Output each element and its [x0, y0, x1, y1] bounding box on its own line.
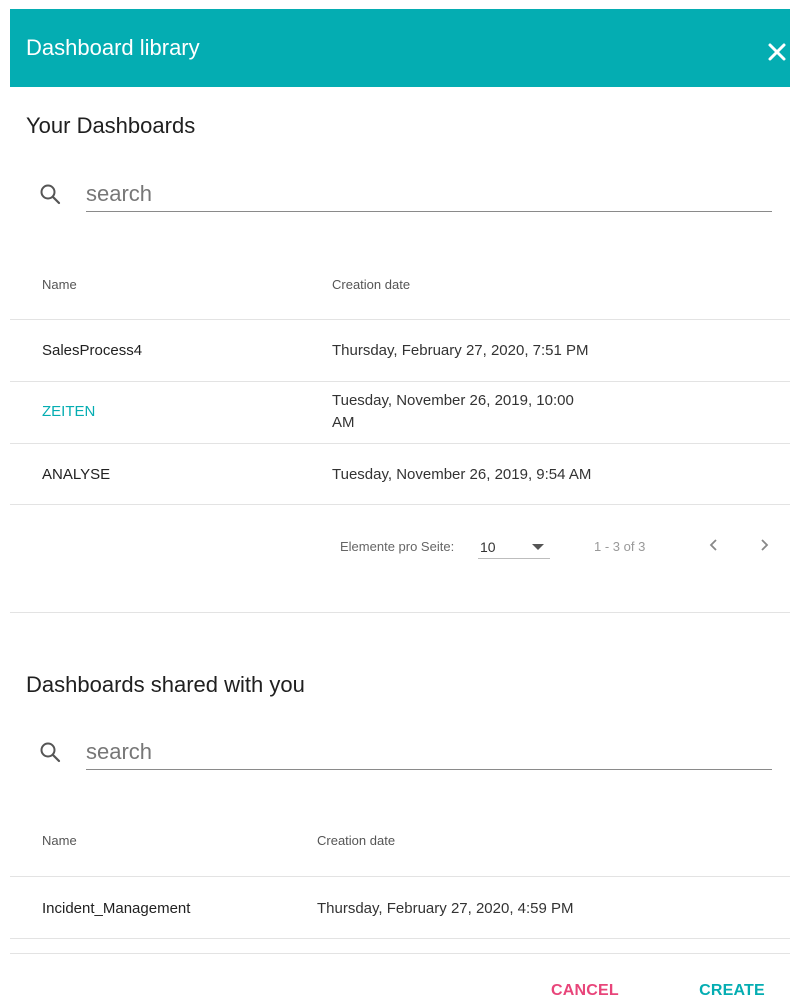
- items-per-page-select[interactable]: 10: [478, 531, 550, 559]
- creation-date: Thursday, February 27, 2020, 7:51 PM: [332, 342, 589, 359]
- creation-date-line1: Tuesday, November 26, 2019, 10:00: [332, 392, 574, 409]
- column-header-creation-date[interactable]: Creation date: [317, 833, 395, 848]
- close-icon: [768, 43, 786, 61]
- shared-dashboards-search-input[interactable]: [86, 734, 772, 770]
- shared-dashboards-table: Name Creation date Incident_Management T…: [10, 790, 790, 940]
- shared-dashboards-title: Dashboards shared with you: [26, 672, 305, 697]
- column-header-name[interactable]: Name: [42, 833, 77, 848]
- chevron-right-icon: [761, 539, 769, 551]
- dashboard-name[interactable]: ANALYSE: [42, 466, 110, 483]
- your-dashboards-search: [26, 176, 772, 216]
- table-bottom-border: [10, 504, 790, 505]
- column-header-creation-date[interactable]: Creation date: [332, 277, 410, 292]
- creation-date-line2: AM: [332, 414, 355, 431]
- table-row[interactable]: SalesProcess4 Thursday, February 27, 202…: [10, 319, 790, 381]
- chevron-left-icon: [709, 539, 717, 551]
- shared-dashboards-search: [26, 734, 772, 774]
- column-header-name[interactable]: Name: [42, 277, 77, 292]
- table-bottom-border: [10, 938, 790, 939]
- page-range: 1 - 3 of 3: [594, 539, 646, 554]
- creation-date: Tuesday, November 26, 2019, 9:54 AM: [332, 466, 592, 483]
- table-row[interactable]: ZEITEN Tuesday, November 26, 2019, 10:00…: [10, 381, 790, 443]
- section-divider: [10, 612, 790, 613]
- search-icon: [40, 742, 61, 763]
- items-per-page-value: 10: [480, 539, 496, 555]
- previous-page-button[interactable]: [700, 531, 728, 559]
- actions-divider: [10, 953, 790, 954]
- items-per-page-label: Elemente pro Seite:: [340, 539, 455, 554]
- creation-date: Tuesday, November 26, 2019, 10:00 AM: [332, 390, 574, 434]
- dashboard-name[interactable]: Incident_Management: [42, 900, 190, 917]
- your-dashboards-table: Name Creation date SalesProcess4 Thursda…: [10, 230, 790, 505]
- dialog-title: Dashboard library: [26, 35, 200, 60]
- cancel-button[interactable]: CANCEL: [551, 982, 619, 1000]
- paginator: Elemente pro Seite: 10 1 - 3 of 3: [10, 521, 790, 571]
- table-row[interactable]: Incident_Management Thursday, February 2…: [10, 876, 790, 938]
- table-row[interactable]: ANALYSE Tuesday, November 26, 2019, 9:54…: [10, 443, 790, 505]
- search-icon: [40, 184, 61, 205]
- your-dashboards-search-input[interactable]: [86, 176, 772, 212]
- your-dashboards-title: Your Dashboards: [26, 113, 196, 138]
- create-copy-button[interactable]: CREATE COPY: [674, 982, 790, 1000]
- creation-date: Thursday, February 27, 2020, 4:59 PM: [317, 900, 574, 917]
- dashboard-name-link[interactable]: ZEITEN: [42, 403, 95, 420]
- close-button[interactable]: [764, 39, 790, 65]
- dashboard-name[interactable]: SalesProcess4: [42, 342, 142, 359]
- dashboard-library-dialog: Dashboard library Your Dashboards Name C…: [0, 0, 790, 1000]
- dialog-header: Dashboard library: [10, 9, 790, 87]
- next-page-button[interactable]: [750, 531, 778, 559]
- triangle-down-icon: [532, 544, 544, 550]
